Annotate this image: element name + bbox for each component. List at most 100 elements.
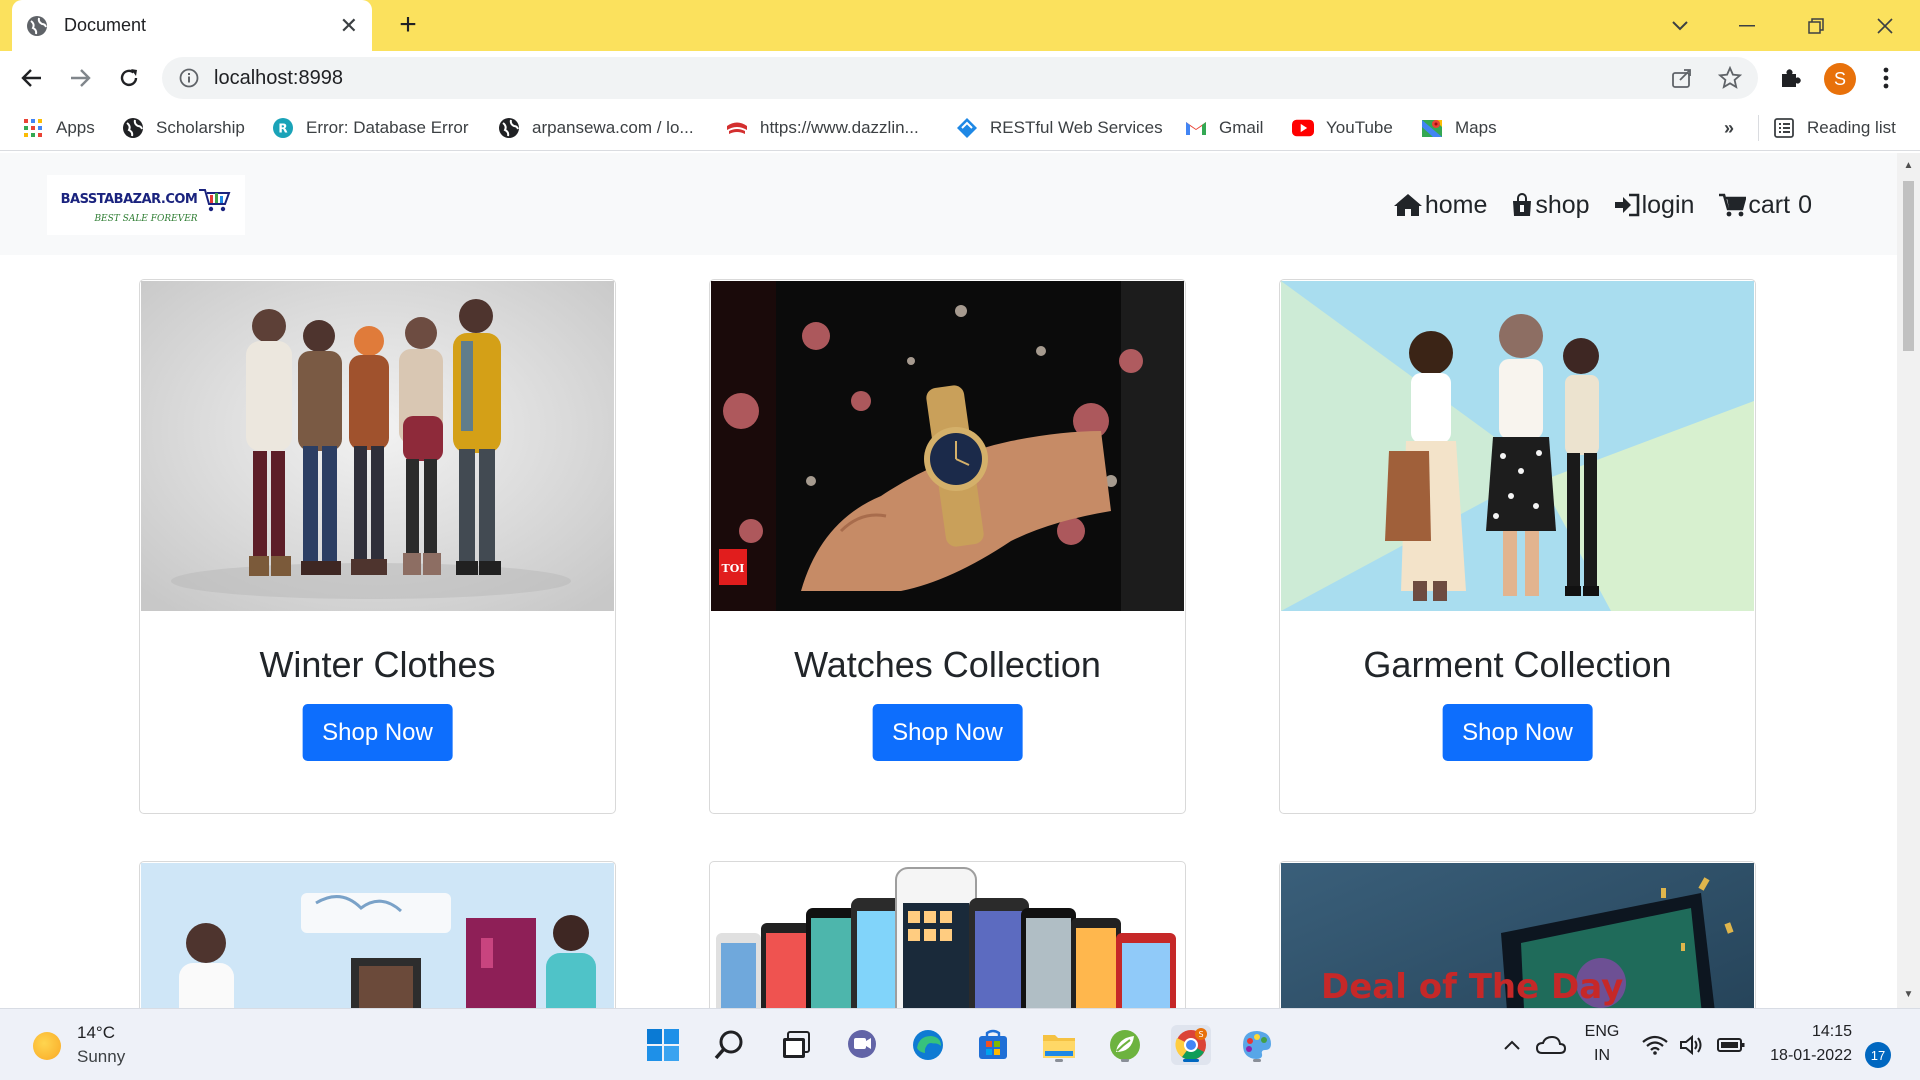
bookmark-label: Scholarship: [156, 118, 245, 137]
teams-chat-icon[interactable]: [842, 1025, 882, 1065]
nav-login-label: login: [1641, 190, 1695, 219]
bookmark-maps[interactable]: Maps: [1421, 115, 1497, 141]
paint-icon[interactable]: [1237, 1025, 1277, 1065]
shop-now-button[interactable]: Shop Now: [872, 704, 1023, 761]
reading-list-button[interactable]: Reading list: [1773, 115, 1896, 141]
shopping-bag-icon: [1513, 193, 1532, 216]
bookmarks-overflow-button[interactable]: »: [1724, 115, 1734, 141]
bookmark-youtube[interactable]: YouTube: [1292, 115, 1393, 141]
bookmark-gmail[interactable]: Gmail: [1185, 115, 1263, 141]
scrollbar-thumb[interactable]: [1903, 181, 1914, 351]
info-icon[interactable]: [178, 67, 200, 89]
nav-cart-label: cart: [1748, 190, 1791, 219]
back-button[interactable]: [14, 60, 50, 96]
active-indicator: [1183, 1059, 1199, 1062]
onedrive-cloud-icon[interactable]: [1533, 1025, 1569, 1065]
scroll-down-arrow-icon[interactable]: ▼: [1903, 990, 1914, 1000]
clock-date[interactable]: 18-01-2022: [1752, 1047, 1852, 1065]
tab-strip: Document ✕ +: [0, 0, 1920, 51]
deal-of-the-day-text: Deal of The Day: [1321, 967, 1623, 1007]
product-card: TOI Watches Collection Shop Now: [709, 279, 1186, 814]
nav-cart-link[interactable]: cart 0: [1718, 191, 1812, 220]
nav-login-link[interactable]: login: [1614, 190, 1695, 220]
address-bar[interactable]: localhost:8998: [162, 57, 1758, 99]
edge-browser-icon[interactable]: [908, 1025, 948, 1065]
browser-tab[interactable]: Document ✕: [12, 0, 372, 51]
scroll-up-arrow-icon[interactable]: ▲: [1903, 161, 1914, 171]
mobiles-image: [711, 863, 1184, 1008]
volume-icon[interactable]: [1677, 1025, 1707, 1065]
language-code[interactable]: ENG: [1580, 1023, 1624, 1041]
product-card: Deal of The Day: [1279, 861, 1756, 1008]
bookmark-scholarship[interactable]: Scholarship: [122, 115, 245, 141]
extensions-icon[interactable]: [1772, 60, 1808, 96]
card-title: Watches Collection: [794, 644, 1101, 685]
notification-count-badge[interactable]: 17: [1865, 1042, 1891, 1068]
bookmark-label: https://www.dazzlin...: [760, 118, 919, 137]
clock-time[interactable]: 14:15: [1752, 1023, 1852, 1041]
bookmark-label: Apps: [56, 118, 95, 137]
watches-collection-image: TOI: [711, 281, 1184, 611]
nav-home-label: home: [1424, 190, 1488, 219]
wifi-icon[interactable]: [1640, 1025, 1670, 1065]
bookmark-database-error[interactable]: R Error: Database Error: [272, 115, 469, 141]
bookmark-apps[interactable]: Apps: [22, 115, 95, 141]
running-indicator: [1055, 1059, 1063, 1062]
weather-sun-icon[interactable]: [33, 1032, 61, 1060]
close-tab-icon[interactable]: ✕: [340, 13, 358, 39]
running-indicator: [1253, 1059, 1261, 1062]
reload-button[interactable]: [111, 60, 147, 96]
bookmark-arpansewa[interactable]: arpansewa.com / lo...: [498, 115, 694, 141]
tab-title: Document: [64, 15, 147, 35]
nav-home-link[interactable]: home: [1393, 190, 1488, 220]
microsoft-store-icon[interactable]: [973, 1025, 1013, 1065]
weather-temperature[interactable]: 14°C: [77, 1023, 115, 1043]
shop-now-button[interactable]: Shop Now: [1442, 704, 1593, 761]
language-region[interactable]: IN: [1580, 1047, 1624, 1065]
menu-kebab-icon[interactable]: [1868, 60, 1904, 96]
bookmark-restful[interactable]: RESTful Web Services: [956, 115, 1163, 141]
divider: [1758, 115, 1759, 141]
bookmark-label: YouTube: [1326, 118, 1393, 137]
shop-now-button[interactable]: Shop Now: [302, 704, 453, 761]
garment-collection-image: [1281, 281, 1754, 611]
file-explorer-icon[interactable]: [1039, 1025, 1079, 1065]
search-icon[interactable]: [710, 1025, 750, 1065]
bookmark-star-icon[interactable]: [1712, 60, 1748, 96]
wordpress-icon: R: [272, 117, 294, 139]
bookmark-label: RESTful Web Services: [990, 118, 1163, 137]
task-view-icon[interactable]: [776, 1025, 816, 1065]
profile-avatar[interactable]: S: [1824, 63, 1856, 95]
forward-button[interactable]: [62, 60, 98, 96]
bookmark-label: arpansewa.com / lo...: [532, 118, 694, 137]
svg-text:S: S: [1198, 1030, 1203, 1039]
weather-condition[interactable]: Sunny: [77, 1047, 125, 1067]
product-card: Garment Collection Shop Now: [1279, 279, 1756, 814]
bookmark-dazzling[interactable]: https://www.dazzlin...: [726, 115, 919, 141]
share-icon[interactable]: [1664, 60, 1700, 96]
site-logo[interactable]: BASSTABAZAR.COM BEST SALE FOREVER: [47, 175, 245, 235]
nav-shop-label: shop: [1535, 190, 1590, 219]
gmail-icon: [1185, 117, 1207, 139]
close-window-icon[interactable]: [1865, 8, 1905, 44]
restore-icon[interactable]: [1796, 8, 1836, 44]
page-scrollbar[interactable]: ▲ ▼: [1897, 153, 1920, 1008]
battery-icon[interactable]: [1714, 1025, 1748, 1065]
chrome-browser-icon[interactable]: S: [1171, 1025, 1211, 1065]
minimize-icon[interactable]: [1727, 8, 1767, 44]
start-windows-icon[interactable]: [643, 1025, 683, 1065]
product-card: [709, 861, 1186, 1008]
new-tab-button[interactable]: +: [392, 10, 424, 42]
nav-shop-link[interactable]: shop: [1511, 190, 1590, 220]
tab-search-icon[interactable]: [1660, 8, 1700, 44]
diamond-icon: [956, 117, 978, 139]
home-icon: [1393, 194, 1422, 216]
card-title: Winter Clothes: [259, 644, 496, 685]
cart-icon: [1719, 193, 1747, 217]
globe-icon: [26, 15, 48, 37]
product-card: [139, 861, 616, 1008]
spring-tool-suite-icon[interactable]: [1105, 1025, 1145, 1065]
show-hidden-icons-chevron-icon[interactable]: [1497, 1025, 1527, 1065]
url-text: localhost:8998: [214, 66, 343, 89]
bookmark-label: Gmail: [1219, 118, 1264, 137]
